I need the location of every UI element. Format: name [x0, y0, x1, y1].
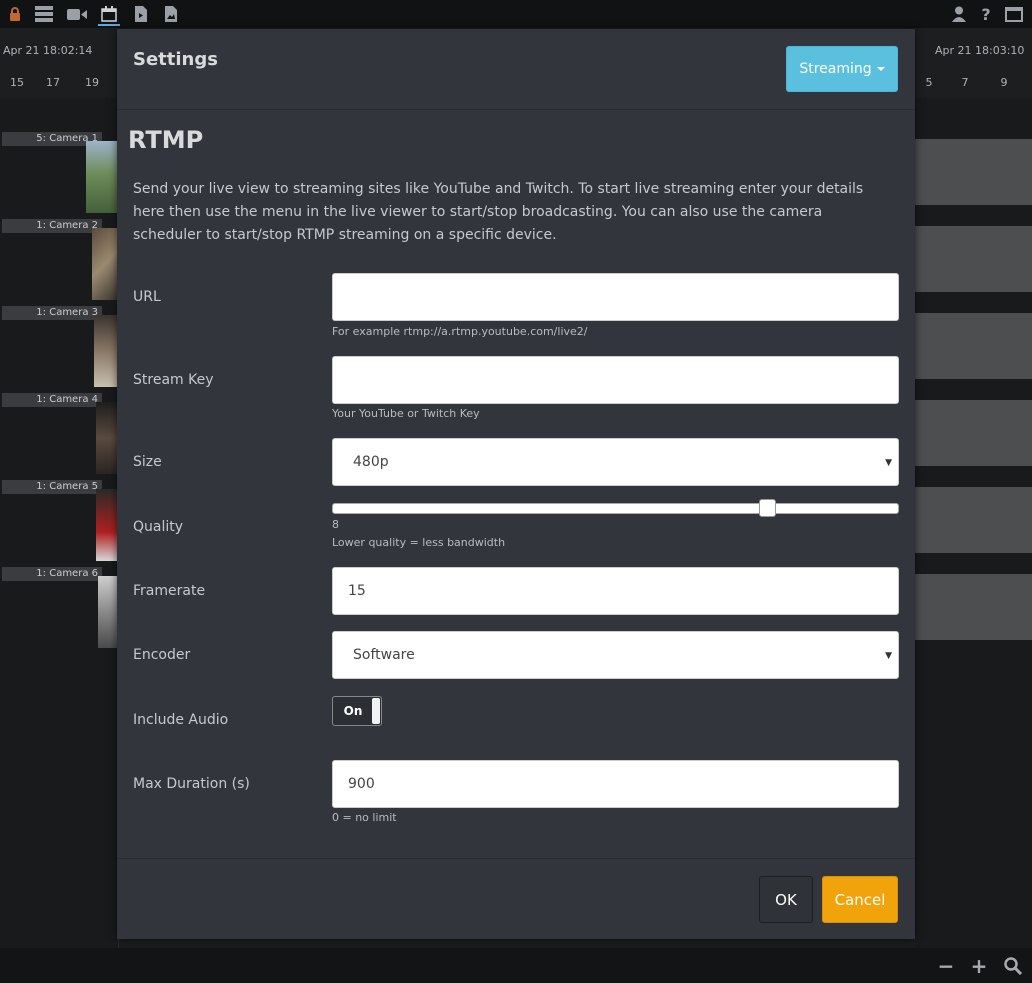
recording-bar[interactable]	[915, 139, 1032, 205]
dialog-header: Settings Streaming	[117, 29, 915, 110]
stream-key-help: Your YouTube or Twitch Key	[332, 407, 480, 420]
camera-thumbnail[interactable]	[94, 315, 118, 387]
encoder-select[interactable]: Software ▼	[332, 631, 899, 679]
toggle-state-label: On	[334, 698, 372, 724]
calendar-icon[interactable]	[98, 4, 120, 26]
window-icon[interactable]	[1003, 4, 1025, 24]
settings-dialog: Settings Streaming RTMP Send your live v…	[117, 29, 915, 939]
quality-help: Lower quality = less bandwidth	[332, 536, 506, 549]
dropdown-arrow-icon: ▼	[885, 458, 892, 468]
quality-slider[interactable]	[332, 499, 899, 517]
section-title: RTMP	[128, 126, 204, 154]
video-file-icon[interactable]	[130, 4, 152, 24]
ok-button[interactable]: OK	[759, 876, 813, 923]
timeline-tick: 15	[10, 76, 24, 89]
camera-label: 1: Camera 2	[2, 219, 102, 233]
recording-bar[interactable]	[915, 226, 1032, 292]
search-icon[interactable]	[1002, 955, 1024, 977]
url-input[interactable]	[332, 273, 899, 321]
max-duration-input[interactable]	[332, 760, 899, 808]
recording-bar[interactable]	[915, 487, 1032, 553]
timeline-start-time: Apr 21 18:02:14	[3, 44, 93, 57]
timeline-tick: 9	[1000, 76, 1008, 89]
camera-list: 5: Camera 1 1: Camera 2 1: Camera 3 1: C…	[0, 98, 119, 948]
camera-row[interactable]: 1: Camera 6	[0, 567, 118, 652]
max-duration-help: 0 = no limit	[332, 811, 397, 824]
lock-icon[interactable]	[4, 4, 26, 24]
dialog-footer: OK Cancel	[117, 858, 915, 940]
streaming-button-label: Streaming	[799, 61, 872, 77]
zoom-out-button[interactable]: −	[935, 954, 957, 978]
camera-thumbnail[interactable]	[86, 141, 118, 213]
camera-row[interactable]: 1: Camera 2	[0, 219, 118, 304]
stream-key-label: Stream Key	[133, 372, 214, 388]
include-audio-toggle[interactable]: On	[332, 696, 382, 726]
help-icon[interactable]: ?	[975, 4, 997, 24]
section-description: Send your live view to streaming sites l…	[133, 181, 864, 243]
camera-row[interactable]: 1: Camera 5	[0, 480, 118, 565]
streaming-dropdown-button[interactable]: Streaming	[786, 46, 898, 92]
url-label: URL	[133, 289, 161, 305]
size-selected-value: 480p	[353, 454, 389, 470]
quality-value: 8	[332, 518, 339, 531]
max-duration-label: Max Duration (s)	[133, 776, 250, 792]
recording-bar[interactable]	[915, 400, 1032, 466]
camera-thumbnail[interactable]	[92, 228, 118, 300]
include-audio-label: Include Audio	[133, 712, 229, 728]
user-icon[interactable]	[948, 4, 970, 24]
timeline-tick: 7	[961, 76, 969, 89]
camera-row[interactable]: 1: Camera 3	[0, 306, 118, 391]
dialog-title: Settings	[133, 49, 218, 70]
camera-label: 1: Camera 5	[2, 480, 102, 494]
timeline-tick: 19	[85, 76, 99, 89]
quality-slider-handle[interactable]	[759, 499, 776, 517]
recording-bar[interactable]	[915, 574, 1032, 640]
recording-bar[interactable]	[915, 313, 1032, 379]
image-icon[interactable]	[160, 4, 182, 24]
zoom-in-button[interactable]: +	[968, 954, 990, 978]
camera-label: 1: Camera 6	[2, 567, 102, 581]
encoder-label: Encoder	[133, 647, 191, 663]
quality-label: Quality	[133, 519, 184, 535]
cancel-button[interactable]: Cancel	[822, 876, 898, 923]
server-icon[interactable]	[33, 4, 55, 24]
caret-down-icon	[876, 67, 885, 71]
stream-key-input[interactable]	[332, 356, 899, 404]
top-toolbar: ?	[0, 0, 1032, 28]
camera-thumbnail[interactable]	[96, 489, 118, 561]
timeline-end-time: Apr 21 18:03:10	[935, 44, 1025, 57]
camera-row[interactable]: 1: Camera 4	[0, 393, 118, 478]
url-help: For example rtmp://a.rtmp.youtube.com/li…	[332, 325, 588, 338]
video-camera-icon[interactable]	[66, 4, 88, 24]
timeline-tick: 17	[46, 76, 60, 89]
camera-label: 1: Camera 3	[2, 306, 102, 320]
timeline-tick: 5	[925, 76, 933, 89]
bottom-bar	[0, 948, 1032, 983]
toggle-knob	[372, 698, 380, 724]
size-select[interactable]: 480p ▼	[332, 438, 899, 486]
camera-thumbnail[interactable]	[98, 576, 118, 648]
timeline-tracks	[915, 98, 1032, 948]
camera-thumbnail[interactable]	[96, 402, 118, 474]
size-label: Size	[133, 454, 162, 470]
camera-label: 1: Camera 4	[2, 393, 102, 407]
dropdown-arrow-icon: ▼	[885, 651, 892, 661]
camera-row[interactable]: 5: Camera 1	[0, 132, 118, 217]
framerate-label: Framerate	[133, 583, 206, 599]
framerate-input[interactable]	[332, 567, 899, 615]
encoder-selected-value: Software	[353, 647, 415, 663]
